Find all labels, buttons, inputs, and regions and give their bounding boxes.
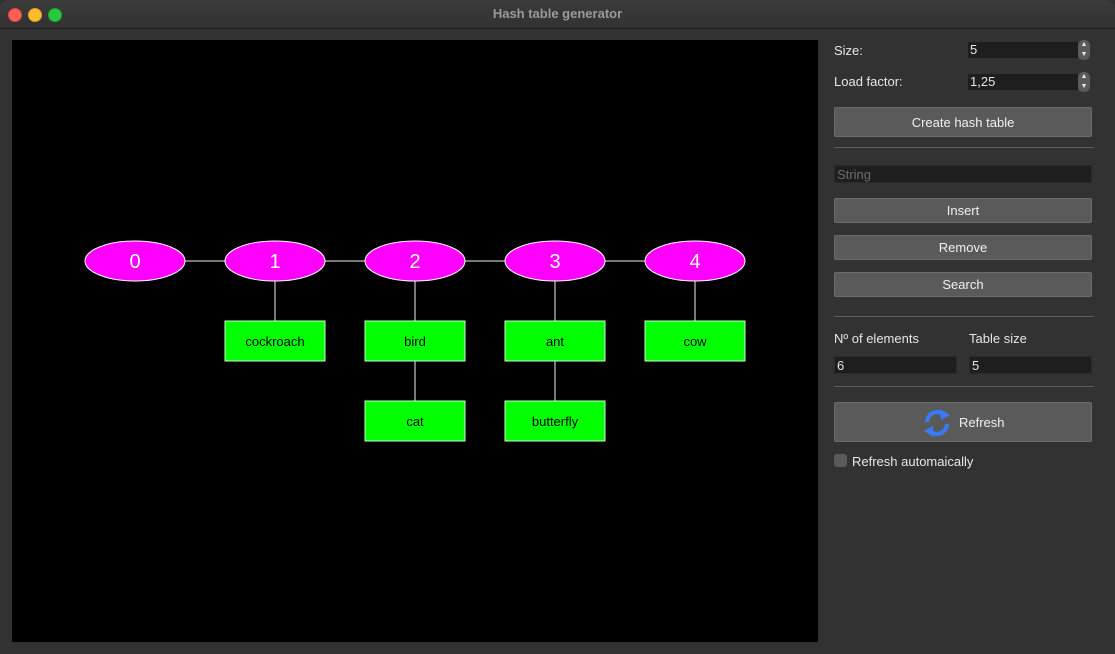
item-label: cockroach [245, 334, 304, 349]
app-window: Hash table generator 0 1 cockroach 2 bird cat… [0, 0, 1115, 654]
refresh-button[interactable]: Refresh [834, 402, 1092, 442]
size-stepper[interactable]: ▲ ▼ [1078, 40, 1090, 60]
bucket-label: 2 [409, 251, 420, 273]
divider [834, 147, 1094, 148]
refresh-label: Refresh [959, 415, 1005, 430]
string-input[interactable]: String [834, 165, 1092, 183]
elements-count-label: Nº of elements [834, 331, 919, 346]
item-label: bird [404, 334, 426, 349]
size-spinbox[interactable]: 5 ▲ ▼ [968, 40, 1094, 60]
refresh-auto-checkbox[interactable] [834, 454, 847, 467]
refresh-auto-label[interactable]: Refresh automaically [852, 454, 973, 469]
size-field[interactable]: 5 [968, 42, 1078, 58]
hash-table-graph: 0 1 cockroach 2 bird cat 3 ant butterfly 4 cow [84, 240, 746, 442]
refresh-arrows-icon [924, 409, 950, 437]
hash-table-canvas: 0 1 cockroach 2 bird cat 3 ant butterfly 4 cow [12, 40, 818, 642]
item-label: cow [683, 334, 707, 349]
insert-button[interactable]: Insert [834, 198, 1092, 223]
bucket-label: 0 [129, 251, 140, 273]
bucket-label: 1 [269, 251, 280, 273]
item-label: cat [406, 414, 424, 429]
search-button[interactable]: Search [834, 272, 1092, 297]
load-factor-stepper[interactable]: ▲ ▼ [1078, 72, 1090, 92]
bucket-label: 4 [689, 251, 700, 273]
item-label: butterfly [532, 414, 579, 429]
stepper-down-icon[interactable]: ▼ [1078, 82, 1090, 92]
divider [834, 386, 1094, 387]
load-factor-spinbox[interactable]: 1,25 ▲ ▼ [968, 72, 1094, 92]
window-title: Hash table generator [492, 6, 623, 21]
load-factor-label: Load factor: [834, 74, 903, 89]
create-hash-table-button[interactable]: Create hash table [834, 107, 1092, 137]
size-label: Size: [834, 43, 863, 58]
stepper-up-icon[interactable]: ▲ [1078, 72, 1090, 82]
title-bar: Hash table generator [0, 0, 1115, 29]
bucket-label: 3 [549, 251, 560, 273]
table-size-label: Table size [969, 331, 1027, 346]
item-label: ant [546, 334, 564, 349]
table-size-field: 5 [969, 356, 1092, 374]
stepper-up-icon[interactable]: ▲ [1078, 40, 1090, 50]
elements-count-field: 6 [834, 356, 957, 374]
remove-button[interactable]: Remove [834, 235, 1092, 260]
divider [834, 316, 1094, 317]
stepper-down-icon[interactable]: ▼ [1078, 50, 1090, 60]
load-factor-field[interactable]: 1,25 [968, 74, 1078, 90]
